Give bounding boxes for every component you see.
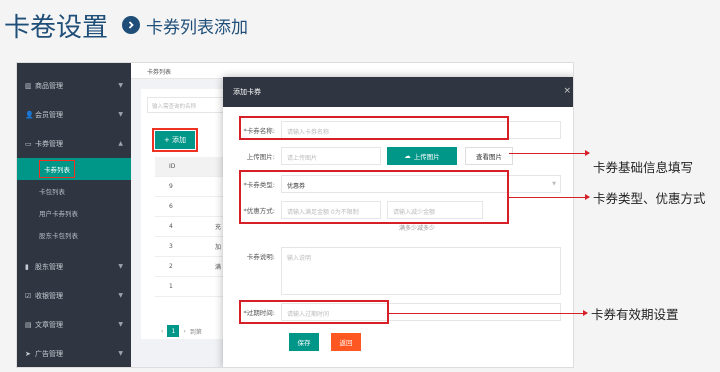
callout-arrow <box>509 150 590 156</box>
card-name-label: *卡券名称: <box>243 127 275 135</box>
slide-subtitle: 卡券列表添加 <box>146 17 249 38</box>
chevron-right-icon <box>122 16 141 34</box>
modal-header: 添加卡券 × <box>223 77 573 107</box>
sidebar-subitem-card-list[interactable]: 卡券列表 <box>17 158 131 180</box>
prev-page-icon[interactable]: ‹ <box>161 328 163 335</box>
description-textarea[interactable]: 输入说明 <box>281 247 561 295</box>
chevron-down-icon: ▼ <box>118 82 123 89</box>
sidebar-item-articles[interactable]: ▤ 文章管理 ▼ <box>17 310 131 339</box>
bar-chart-icon: ▥ <box>25 81 32 90</box>
cloud-upload-icon: ☁ <box>404 152 411 160</box>
discount-threshold-input[interactable]: 请输入满足金额 0为不限制 <box>281 201 381 219</box>
page-number[interactable]: 1 <box>167 325 180 337</box>
row-description: 卡券说明: 输入说明 <box>223 247 561 295</box>
upload-image-label: 上传图片: <box>246 153 275 161</box>
description-label: 卡券说明: <box>246 253 275 261</box>
sidebar-item-ads[interactable]: ➤ 广告管理 ▼ <box>17 339 131 367</box>
sidebar-item-goods[interactable]: ▥ 商品管理 ▼ <box>17 71 131 100</box>
pagination: ‹ 1 › 到第 <box>161 325 202 337</box>
view-image-button[interactable]: 查看图片 <box>465 147 513 165</box>
pager-goto-label: 到第 <box>189 328 202 336</box>
chevron-down-icon: ▼ <box>118 292 123 299</box>
row-upload-image: 上传图片: 请上传图片 ☁ 上传图片 查看图片 <box>223 147 513 165</box>
sidebar-subitem-user-card-list[interactable]: 用户卡券列表 <box>17 202 131 224</box>
card-icon: ▭ <box>25 139 32 148</box>
chevron-down-icon: ▼ <box>118 350 123 357</box>
sidebar-subitem-card-pack-list[interactable]: 卡包列表 <box>17 180 131 202</box>
sidebar-item-members[interactable]: 👤 会员管理 ▼ <box>17 100 131 129</box>
discount-hint: 满多少减多少 <box>399 225 436 232</box>
back-button[interactable]: 返回 <box>331 333 361 351</box>
bookmark-icon: ▮ <box>25 262 29 271</box>
row-discount: *优惠方式: 请输入满足金额 0为不限制 请输入减少金额 <box>223 201 483 219</box>
sidebar: ▥ 商品管理 ▼ 👤 会员管理 ▼ ▭ 卡券管理 ▲ 卡券列表 卡包列表 用户卡… <box>17 63 131 367</box>
callout-expire: 卡券有效期设置 <box>389 304 679 323</box>
chevron-down-icon: ▼ <box>118 321 123 328</box>
sidebar-item-cards[interactable]: ▭ 卡券管理 ▲ <box>17 129 131 158</box>
sidebar-subitem-holder-card-list[interactable]: 股东卡包列表 <box>17 224 131 246</box>
slide-title: 卡卷设置 卡券列表添加 <box>4 8 249 43</box>
chevron-up-icon: ▲ <box>118 140 123 147</box>
callout-type-discount: 卡券类型、优惠方式 <box>509 188 706 207</box>
doc-icon: ▤ <box>25 320 32 329</box>
discount-amount-input[interactable]: 请输入减少金额 <box>387 201 483 219</box>
modal-title: 添加卡券 <box>233 88 261 96</box>
chevron-down-icon: ▼ <box>118 263 123 270</box>
add-button[interactable]: + 添加 <box>152 128 198 152</box>
callout-arrow <box>509 194 590 200</box>
save-button[interactable]: 保存 <box>289 333 319 351</box>
chevron-down-icon: ▼ <box>552 181 556 187</box>
next-page-icon[interactable]: › <box>183 328 185 335</box>
close-icon[interactable]: × <box>563 86 571 96</box>
callout-arrow <box>389 310 588 316</box>
discount-label: *优惠方式: <box>243 207 275 215</box>
expire-label: *过期时间: <box>243 309 275 317</box>
sidebar-item-holders[interactable]: ▮ 股东管理 ▼ <box>17 252 131 281</box>
check-icon: ☑ <box>25 291 32 300</box>
sidebar-item-cashier[interactable]: ☑ 收银管理 ▼ <box>17 281 131 310</box>
image-path-input[interactable]: 请上传图片 <box>281 147 381 165</box>
send-icon: ➤ <box>25 349 31 358</box>
slide-main-title: 卡卷设置 <box>4 12 109 43</box>
upload-image-button[interactable]: ☁ 上传图片 <box>387 147 457 165</box>
user-icon: 👤 <box>25 110 34 119</box>
chevron-down-icon: ▼ <box>118 111 123 118</box>
callout-basic-info: 卡券基础信息填写 <box>509 121 693 176</box>
card-type-label: *卡券类型: <box>243 181 275 189</box>
